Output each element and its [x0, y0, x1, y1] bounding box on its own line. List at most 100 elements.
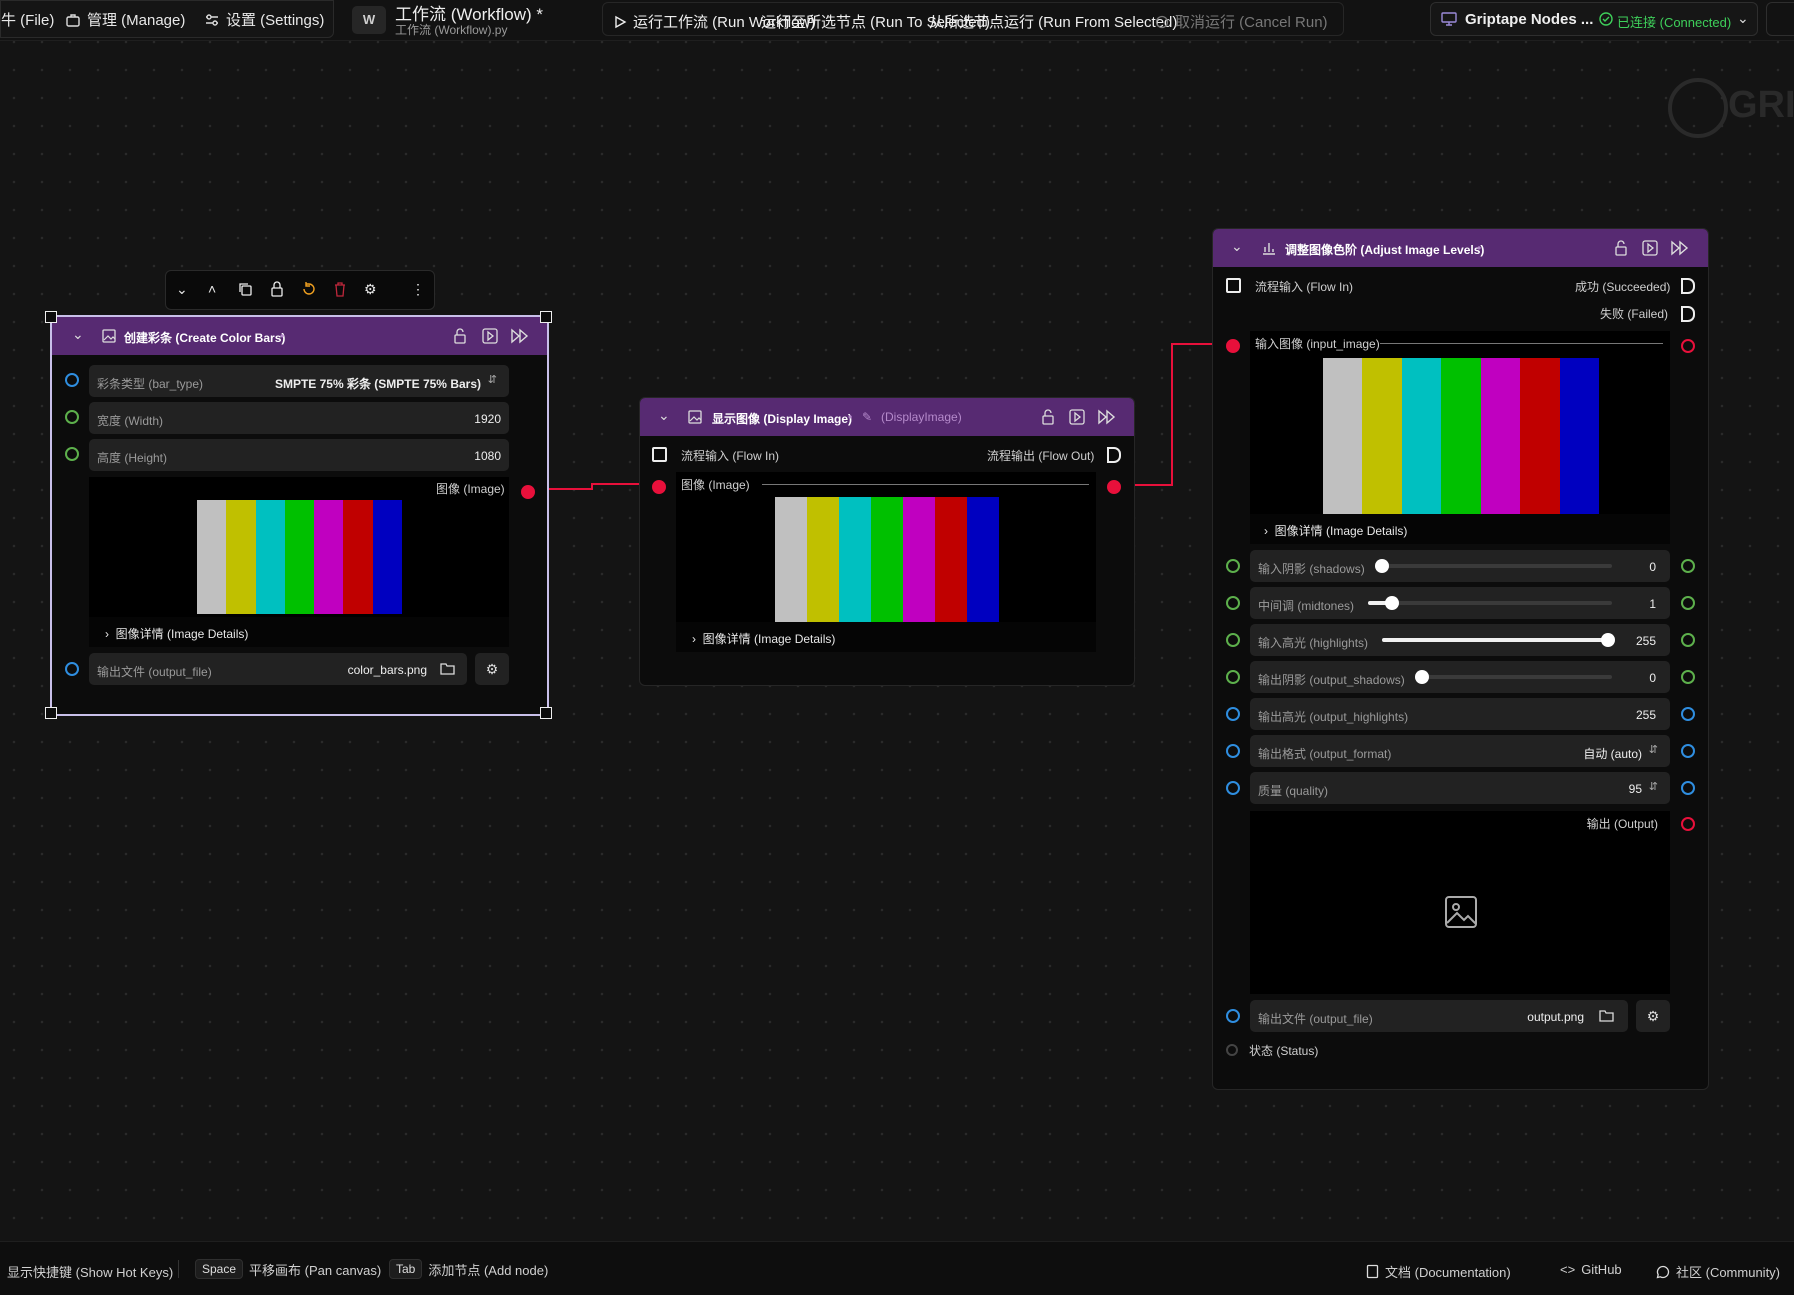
chevron-down-icon[interactable]: ⌄	[1231, 238, 1243, 255]
bar-type-select[interactable]: 彩条类型 (bar_type) SMPTE 75% 彩条 (SMPTE 75% …	[89, 365, 509, 397]
output-file-input-pin[interactable]	[1226, 1009, 1240, 1023]
github-link[interactable]: <> GitHub	[1560, 1262, 1622, 1277]
width-field[interactable]: 宽度 (Width) 1920	[89, 402, 509, 434]
output-shadows-slider[interactable]	[1415, 670, 1612, 684]
output-shadows-output-pin[interactable]	[1681, 670, 1695, 684]
node-display-image[interactable]: ⌄ 显示图像 (Display Image) • ✎ (DisplayImage…	[639, 397, 1135, 686]
node-adjust-image-levels[interactable]: ⌄ 调整图像色阶 (Adjust Image Levels) • 流程输入 (F…	[1212, 228, 1709, 1090]
unlock-icon[interactable]	[452, 328, 468, 344]
slider-thumb[interactable]	[1385, 596, 1399, 610]
output-file-settings-button[interactable]: ⚙	[1636, 1000, 1670, 1032]
lock-icon[interactable]	[270, 281, 284, 297]
highlights-slider[interactable]	[1382, 633, 1615, 647]
folder-icon[interactable]	[1599, 1009, 1614, 1022]
image-details-row[interactable]: › 图像详情 (Image Details)	[676, 622, 1096, 652]
height-field[interactable]: 高度 (Height) 1080	[89, 439, 509, 471]
slider-thumb[interactable]	[1601, 633, 1615, 647]
selection-handle[interactable]	[540, 707, 552, 719]
output-image-preview[interactable]: 输出 (Output)	[1250, 811, 1670, 994]
show-hotkeys-button[interactable]: 显示快捷键 (Show Hot Keys)	[7, 1262, 173, 1281]
image-details-toggle[interactable]: › 图像详情 (Image Details)	[105, 625, 248, 642]
chevron-down-icon[interactable]: ⌄	[72, 326, 84, 343]
quality-field[interactable]: 质量 (quality) 95 ⇵	[1250, 772, 1670, 804]
image-details-row[interactable]: › 图像详情 (Image Details)	[89, 617, 509, 647]
flow-in-pin[interactable]	[652, 447, 667, 462]
pencil-icon[interactable]: ✎	[862, 410, 872, 424]
width-input-pin[interactable]	[65, 410, 79, 424]
output-format-output-pin[interactable]	[1681, 744, 1695, 758]
output-file-input-pin[interactable]	[65, 662, 79, 676]
image-output-pin[interactable]	[521, 485, 535, 499]
image-output-pin[interactable]	[1107, 480, 1121, 494]
image-preview[interactable]	[89, 477, 509, 617]
collapse-chevron-icon[interactable]: ⌄	[176, 281, 188, 298]
node-header[interactable]: ⌄ 创建彩条 (Create Color Bars) •	[52, 317, 547, 355]
selection-handle[interactable]	[45, 311, 57, 323]
flow-out-pin[interactable]	[1107, 447, 1121, 463]
node-create-color-bars[interactable]: ⌄ 创建彩条 (Create Color Bars) • 彩条类型 (bar_t…	[51, 316, 548, 715]
output-shadows-slider-field[interactable]: 输出阴影 (output_shadows) 0	[1250, 661, 1670, 693]
copy-icon[interactable]	[238, 282, 253, 297]
input-image-output-pin[interactable]	[1681, 339, 1695, 353]
output-file-settings-button[interactable]: ⚙	[475, 653, 509, 685]
quality-output-pin[interactable]	[1681, 781, 1695, 795]
gear-icon[interactable]: ⚙	[364, 281, 377, 298]
reset-icon[interactable]	[301, 282, 316, 297]
node-header[interactable]: ⌄ 调整图像色阶 (Adjust Image Levels) •	[1213, 229, 1708, 267]
community-link[interactable]: 社区 (Community)	[1656, 1262, 1780, 1281]
trash-icon[interactable]	[333, 281, 347, 297]
shadows-input-pin[interactable]	[1226, 559, 1240, 573]
image-preview[interactable]: 图像 (Image)	[676, 472, 1096, 622]
folder-icon[interactable]	[440, 662, 455, 675]
run-node-icon[interactable]	[482, 328, 498, 344]
highlights-input-pin[interactable]	[1226, 633, 1240, 647]
fast-forward-icon[interactable]	[1097, 409, 1117, 425]
height-input-pin[interactable]	[65, 447, 79, 461]
image-details-row[interactable]: › 图像详情 (Image Details)	[1250, 514, 1670, 544]
output-file-field[interactable]: 输出文件 (output_file) output.png	[1250, 1000, 1628, 1032]
output-highlights-output-pin[interactable]	[1681, 707, 1695, 721]
selection-handle[interactable]	[540, 311, 552, 323]
output-highlights-field[interactable]: 输出高光 (output_highlights) 255	[1250, 698, 1670, 730]
run-node-icon[interactable]	[1069, 409, 1085, 425]
unlock-icon[interactable]	[1040, 409, 1056, 425]
image-details-toggle[interactable]: › 图像详情 (Image Details)	[1264, 522, 1407, 539]
highlights-output-pin[interactable]	[1681, 633, 1695, 647]
midtones-slider[interactable]	[1368, 596, 1612, 610]
output-file-field[interactable]: 输出文件 (output_file) color_bars.png	[89, 653, 467, 685]
midtones-output-pin[interactable]	[1681, 596, 1695, 610]
output-highlights-input-pin[interactable]	[1226, 707, 1240, 721]
run-node-icon[interactable]	[1642, 240, 1658, 256]
output-format-select[interactable]: 输出格式 (output_format) 自动 (auto) ⇵	[1250, 735, 1670, 767]
unlock-icon[interactable]	[1613, 240, 1629, 256]
collapse-up-icon[interactable]: ˄	[208, 281, 216, 297]
succeeded-pin[interactable]	[1681, 278, 1695, 294]
slider-thumb[interactable]	[1375, 559, 1389, 573]
failed-pin[interactable]	[1681, 306, 1695, 322]
stepper-arrows-icon[interactable]: ⇵	[1649, 780, 1658, 793]
quality-input-pin[interactable]	[1226, 781, 1240, 795]
image-details-toggle[interactable]: › 图像详情 (Image Details)	[692, 630, 835, 647]
shadows-output-pin[interactable]	[1681, 559, 1695, 573]
flow-in-pin[interactable]	[1226, 278, 1241, 293]
fast-forward-icon[interactable]	[1670, 240, 1690, 256]
image-input-pin[interactable]	[652, 480, 666, 494]
bar-type-input-pin[interactable]	[65, 373, 79, 387]
selection-handle[interactable]	[45, 707, 57, 719]
input-image-preview[interactable]: 输入图像 (input_image)	[1250, 331, 1670, 514]
fast-forward-icon[interactable]	[510, 328, 530, 344]
input-image-pin[interactable]	[1226, 339, 1240, 353]
output-format-input-pin[interactable]	[1226, 744, 1240, 758]
midtones-slider-field[interactable]: 中间调 (midtones) 1	[1250, 587, 1670, 619]
shadows-slider[interactable]	[1375, 559, 1612, 573]
documentation-link[interactable]: 文档 (Documentation)	[1366, 1262, 1511, 1281]
chevron-down-icon[interactable]: ⌄	[658, 407, 670, 424]
highlights-slider-field[interactable]: 输入高光 (highlights) 255	[1250, 624, 1670, 656]
node-header[interactable]: ⌄ 显示图像 (Display Image) • ✎ (DisplayImage…	[640, 398, 1134, 436]
slider-thumb[interactable]	[1415, 670, 1429, 684]
midtones-input-pin[interactable]	[1226, 596, 1240, 610]
more-vertical-icon[interactable]: ⋮	[411, 281, 425, 298]
output-shadows-input-pin[interactable]	[1226, 670, 1240, 684]
shadows-slider-field[interactable]: 输入阴影 (shadows) 0	[1250, 550, 1670, 582]
output-image-pin[interactable]	[1681, 817, 1695, 831]
